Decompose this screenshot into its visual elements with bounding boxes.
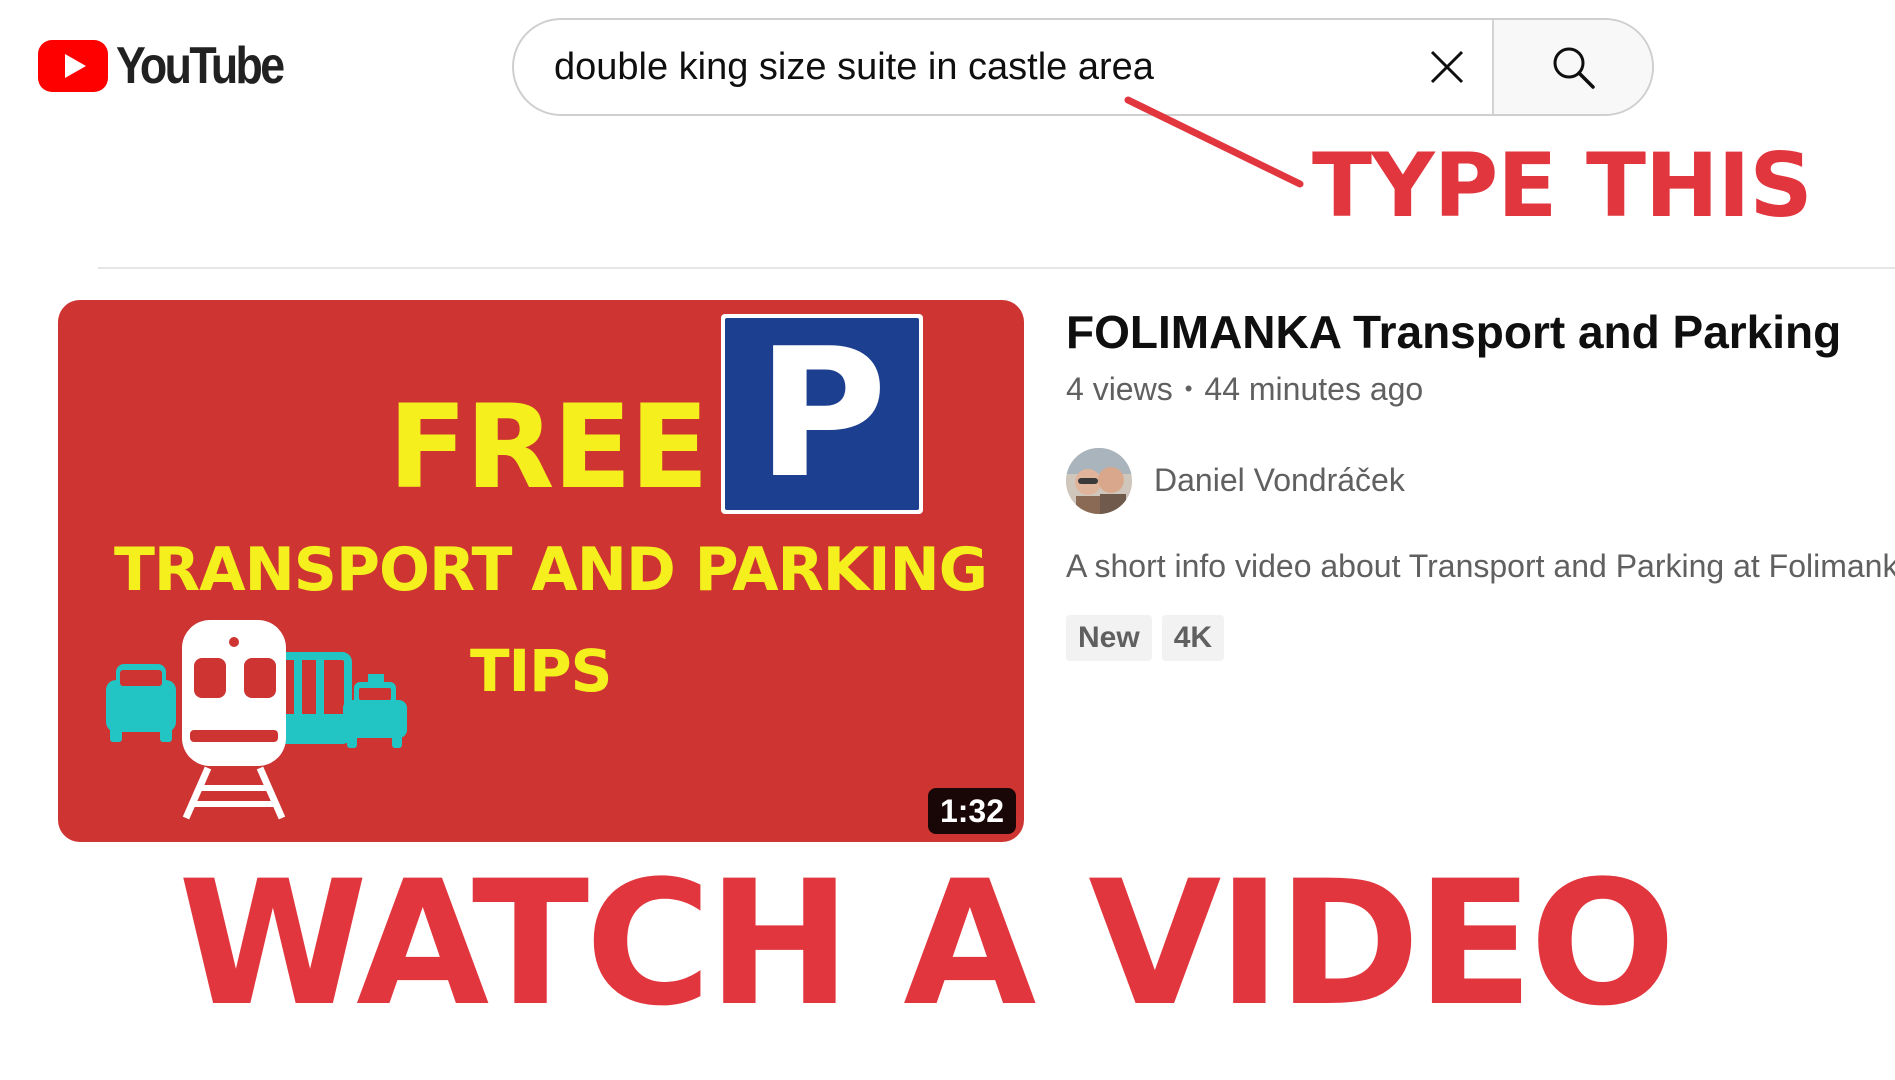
video-duration: 1:32 [927,788,1016,834]
badge-new: New [1066,614,1152,661]
search-bar [512,18,1654,116]
channel-name[interactable]: Daniel Vondráček [1154,462,1405,499]
search-button[interactable] [1492,20,1652,114]
search-input[interactable] [514,20,1402,114]
train-icon [182,620,286,820]
badge-row: New 4K [1066,614,1895,661]
results-divider [98,267,1895,269]
video-thumbnail[interactable]: FREE P TRANSPORT AND PARKING TIPS 1:32 [58,300,1024,842]
badge-4k: 4K [1161,614,1225,661]
channel-link[interactable]: Daniel Vondráček [1066,447,1895,514]
video-description: A short info video about Transport and P… [1066,547,1895,584]
video-info: FOLIMANKA Transport and Parking 4 views … [1066,306,1895,661]
watch-video-annotation: WATCH A VIDEO [178,843,1676,1044]
view-count: 4 views [1066,370,1173,407]
youtube-wordmark: YouTube [116,37,285,95]
channel-avatar[interactable] [1066,447,1132,514]
upload-age: 44 minutes ago [1204,370,1424,407]
youtube-search-page: YouTube TYPE THIS FREE P TRANSPORT AND P… [0,0,1895,1080]
meta-separator: • [1184,376,1193,402]
close-icon [1430,50,1464,84]
taxi-icon [343,674,407,748]
car-icon [106,664,176,742]
parking-sign: P [721,314,923,514]
video-metadata: 4 views • 44 minutes ago [1066,371,1895,408]
thumbnail-tips: TIPS [470,637,612,705]
parking-sign-letter: P [725,318,919,510]
type-this-annotation: TYPE THIS [1312,134,1813,237]
vehicles-illustration [106,620,407,820]
search-icon [1553,47,1595,89]
clear-search-button[interactable] [1402,20,1492,114]
avatar-photo-icon [1066,447,1132,514]
youtube-logo[interactable]: YouTube [38,40,310,92]
thumbnail-headline: FREE [388,380,709,515]
youtube-play-icon [38,40,108,92]
thumbnail-subtitle: TRANSPORT AND PARKING [114,535,988,605]
video-title[interactable]: FOLIMANKA Transport and Parking [1066,306,1895,359]
